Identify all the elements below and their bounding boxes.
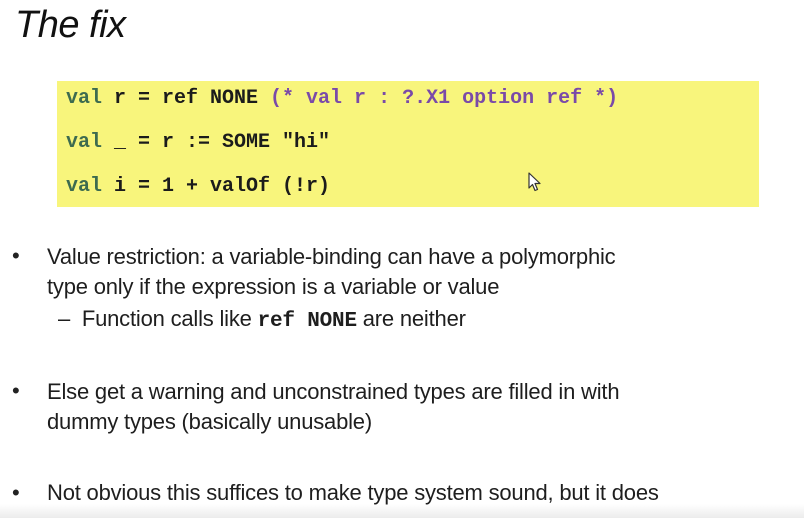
code-line-1: val r = ref NONE (* val r : ?.X1 option … — [66, 87, 618, 110]
sub-bullet-post: are neither — [356, 306, 466, 331]
code-line-2: val _ = r := SOME "hi" — [66, 131, 330, 154]
bullet-2-line-2: dummy types (basically unusable) — [47, 409, 372, 434]
code-text: _ = r := SOME "hi" — [102, 131, 331, 154]
bullet-1-text: Value restriction: a variable-binding ca… — [47, 242, 616, 302]
code-line-3: val i = 1 + valOf (!r) — [66, 175, 330, 198]
mouse-pointer-icon — [528, 172, 541, 192]
code-keyword: val — [66, 131, 103, 154]
bullet-dot: • — [12, 378, 20, 403]
bullet-dot: • — [12, 243, 20, 268]
bullet-dot: • — [12, 480, 20, 505]
code-block: val r = ref NONE (* val r : ?.X1 option … — [57, 81, 759, 207]
bullet-2-text: Else get a warning and unconstrained typ… — [47, 377, 620, 437]
bullet-1-line-2: type only if the expression is a variabl… — [47, 274, 500, 299]
slide-title: The fix — [15, 4, 126, 46]
bullet-1-line-1: Value restriction: a variable-binding ca… — [47, 244, 616, 269]
code-keyword: val — [66, 87, 103, 110]
bottom-edge-shadow — [0, 504, 804, 518]
sub-bullet-pre: Function calls like — [81, 306, 258, 331]
code-comment: (* val r : ?.X1 option ref *) — [270, 87, 619, 110]
sub-bullet-code: ref NONE — [257, 310, 357, 333]
code-text: i = 1 + valOf (!r) — [102, 175, 331, 198]
code-keyword: val — [66, 175, 103, 198]
sub-bullet-dash: – — [58, 306, 71, 331]
sub-bullet: – Function calls like ref NONE are neith… — [58, 306, 466, 333]
bullet-2-line-1: Else get a warning and unconstrained typ… — [47, 379, 620, 404]
code-text: r = ref NONE — [102, 87, 271, 110]
